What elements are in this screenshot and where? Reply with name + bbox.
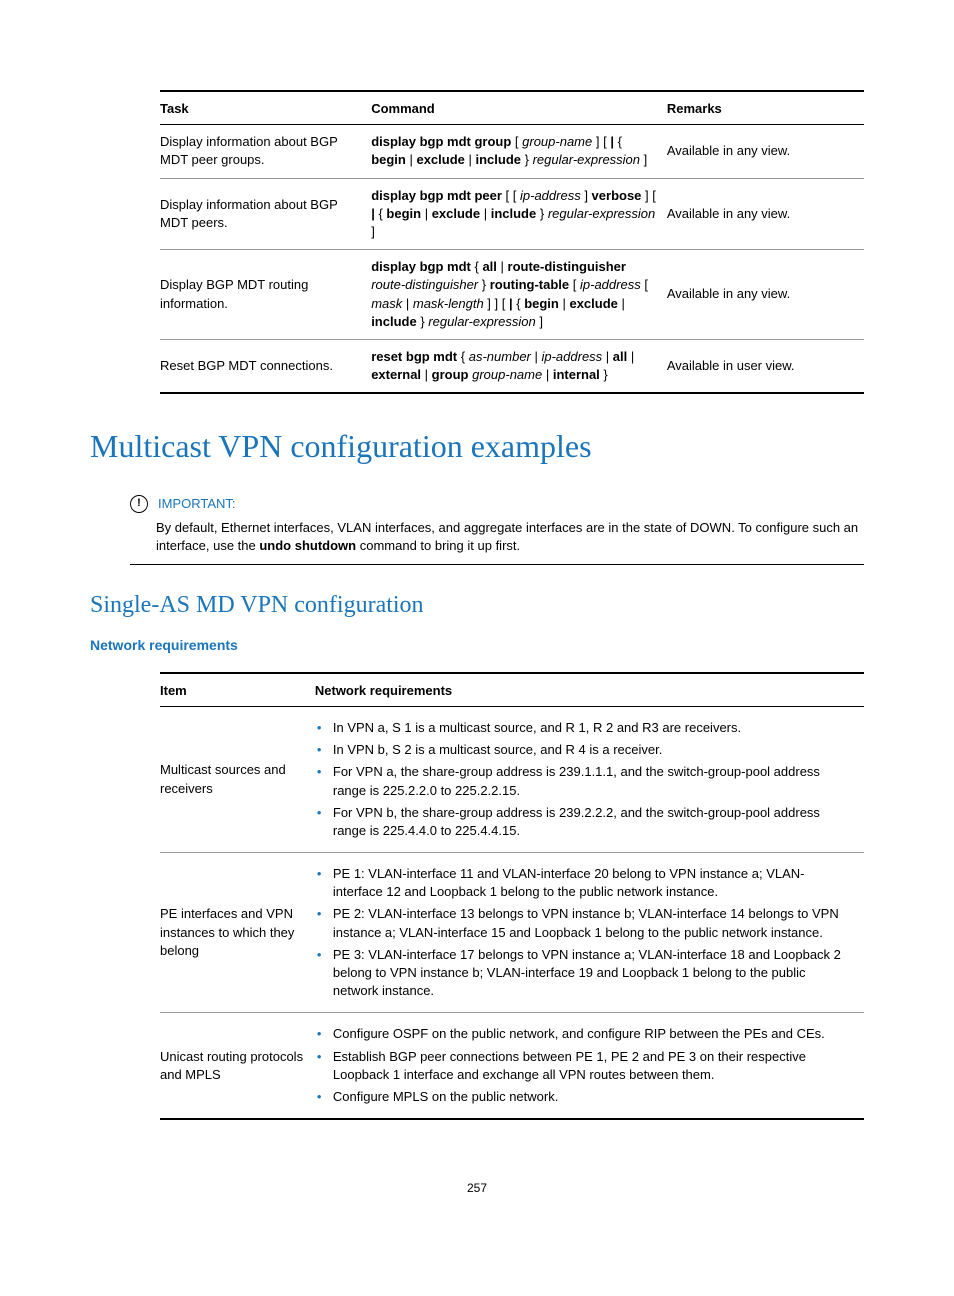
cell-task: Reset BGP MDT connections. xyxy=(160,339,371,393)
list-item: PE 3: VLAN-interface 17 belongs to VPN i… xyxy=(315,946,854,1001)
list-item: For VPN a, the share-group address is 23… xyxy=(315,763,854,799)
list-item: Configure OSPF on the public network, an… xyxy=(315,1025,854,1043)
page-number: 257 xyxy=(90,1180,864,1197)
list-item: PE 1: VLAN-interface 11 and VLAN-interfa… xyxy=(315,865,854,901)
bullet-list: In VPN a, S 1 is a multicast source, and… xyxy=(315,719,854,840)
cell-task: Display information about BGP MDT peer g… xyxy=(160,125,371,178)
important-callout: ! IMPORTANT: By default, Ethernet interf… xyxy=(130,489,864,565)
table-row: Display information about BGP MDT peers.… xyxy=(160,178,864,250)
table-row: Display BGP MDT routing information.disp… xyxy=(160,250,864,340)
heading-3: Network requirements xyxy=(90,636,864,656)
th-req: Network requirements xyxy=(315,673,864,707)
bullet-list: Configure OSPF on the public network, an… xyxy=(315,1025,854,1106)
cell-item: PE interfaces and VPN instances to which… xyxy=(160,853,315,1013)
table-row: Unicast routing protocols and MPLSConfig… xyxy=(160,1013,864,1119)
list-item: PE 2: VLAN-interface 13 belongs to VPN i… xyxy=(315,905,854,941)
cell-remarks: Available in any view. xyxy=(667,125,864,178)
th-item: Item xyxy=(160,673,315,707)
cell-task: Display BGP MDT routing information. xyxy=(160,250,371,340)
th-command: Command xyxy=(371,91,667,125)
cmd-table-body: Display information about BGP MDT peer g… xyxy=(160,125,864,394)
important-icon: ! xyxy=(130,495,148,513)
table-row: Display information about BGP MDT peer g… xyxy=(160,125,864,178)
list-item: In VPN b, S 2 is a multicast source, and… xyxy=(315,741,854,759)
heading-1: Multicast VPN configuration examples xyxy=(90,424,864,469)
cell-remarks: Available in any view. xyxy=(667,250,864,340)
cell-task: Display information about BGP MDT peers. xyxy=(160,178,371,250)
cell-item: Multicast sources and receivers xyxy=(160,706,315,852)
th-task: Task xyxy=(160,91,371,125)
table-row: Multicast sources and receiversIn VPN a,… xyxy=(160,706,864,852)
requirements-table: Item Network requirements Multicast sour… xyxy=(160,672,864,1120)
list-item: Configure MPLS on the public network. xyxy=(315,1088,854,1106)
important-body: By default, Ethernet interfaces, VLAN in… xyxy=(156,519,864,555)
cell-remarks: Available in user view. xyxy=(667,339,864,393)
list-item: Establish BGP peer connections between P… xyxy=(315,1048,854,1084)
command-table: Task Command Remarks Display information… xyxy=(160,90,864,394)
bullet-list: PE 1: VLAN-interface 11 and VLAN-interfa… xyxy=(315,865,854,1000)
cell-req: PE 1: VLAN-interface 11 and VLAN-interfa… xyxy=(315,853,864,1013)
list-item: In VPN a, S 1 is a multicast source, and… xyxy=(315,719,854,737)
list-item: For VPN b, the share-group address is 23… xyxy=(315,804,854,840)
cell-command: display bgp mdt peer [ [ ip-address ] ve… xyxy=(371,178,667,250)
table-row: PE interfaces and VPN instances to which… xyxy=(160,853,864,1013)
cell-req: In VPN a, S 1 is a multicast source, and… xyxy=(315,706,864,852)
cell-command: reset bgp mdt { as-number | ip-address |… xyxy=(371,339,667,393)
cell-item: Unicast routing protocols and MPLS xyxy=(160,1013,315,1119)
important-label: IMPORTANT: xyxy=(158,495,236,513)
cell-command: display bgp mdt { all | route-distinguis… xyxy=(371,250,667,340)
cell-command: display bgp mdt group [ group-name ] [ |… xyxy=(371,125,667,178)
heading-2: Single-AS MD VPN configuration xyxy=(90,589,864,623)
cell-remarks: Available in any view. xyxy=(667,178,864,250)
table-row: Reset BGP MDT connections.reset bgp mdt … xyxy=(160,339,864,393)
req-table-body: Multicast sources and receiversIn VPN a,… xyxy=(160,706,864,1119)
th-remarks: Remarks xyxy=(667,91,864,125)
cell-req: Configure OSPF on the public network, an… xyxy=(315,1013,864,1119)
